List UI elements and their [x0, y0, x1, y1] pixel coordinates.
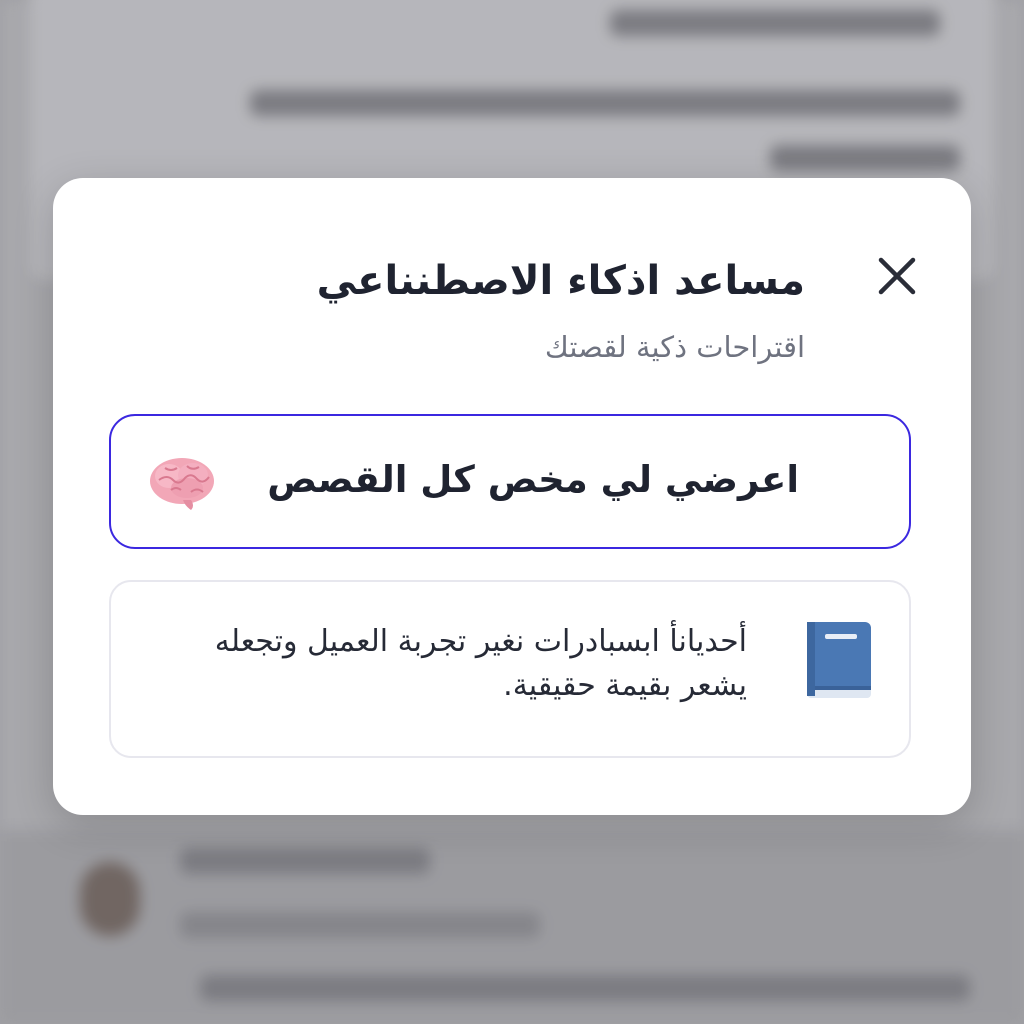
dialog-subtitle: اقتراحات ذكية لقصتك: [544, 330, 805, 364]
close-button[interactable]: [871, 250, 923, 302]
suggestion-option-summary[interactable]: اعرضي لي مخص كل القصص: [109, 414, 911, 549]
dialog-title: مساعد اذكاء الاصطنناعي: [316, 258, 805, 304]
suggestion-text: أحديانأ ابسبادرات نغير تجربة العميل وتجع…: [214, 624, 747, 703]
suggestion-option-quote[interactable]: أحديانأ ابسبادرات نغير تجربة العميل وتجع…: [109, 580, 911, 758]
book-icon: [807, 622, 871, 698]
brain-icon: [150, 458, 214, 510]
close-icon: [878, 257, 916, 295]
ai-assistant-dialog: مساعد اذكاء الاصطنناعي اقتراحات ذكية لقص…: [53, 178, 971, 815]
suggestion-label: اعرضي لي مخص كل القصص: [267, 458, 799, 501]
